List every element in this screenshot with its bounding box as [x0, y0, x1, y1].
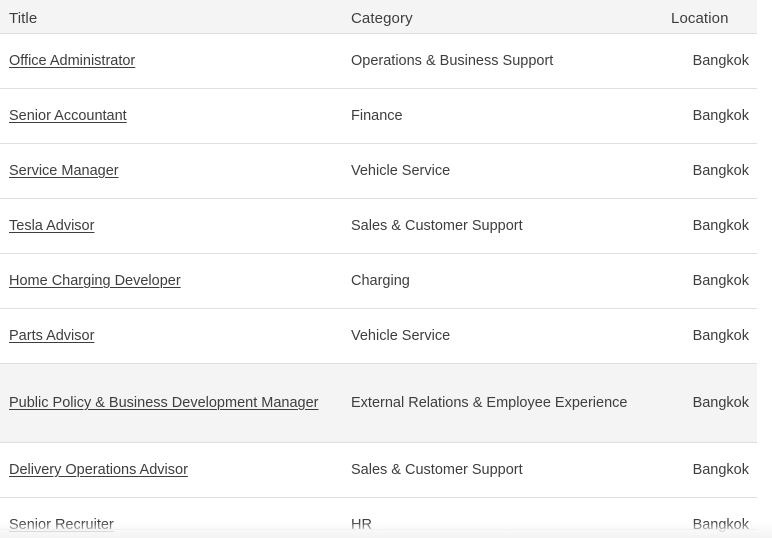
table-row[interactable]: Public Policy & Business Development Man…: [0, 363, 757, 443]
job-title-link[interactable]: Office Administrator: [9, 53, 135, 69]
table-row[interactable]: Delivery Operations Advisor Sales & Custo…: [0, 442, 757, 498]
job-category-text: Charging: [351, 272, 410, 289]
cell-job-title: Tesla Advisor: [0, 199, 351, 254]
column-header-title[interactable]: Title: [0, 0, 351, 34]
cell-job-title: Senior Accountant: [0, 89, 351, 144]
cell-job-category: Finance: [351, 89, 671, 144]
job-title-link[interactable]: Parts Advisor: [9, 328, 94, 344]
job-location-text: Bangkok: [692, 327, 749, 344]
cell-job-title: Service Manager: [0, 144, 351, 199]
column-header-category-label: Category: [351, 9, 413, 27]
cell-job-category: Vehicle Service: [351, 309, 671, 364]
column-header-title-label: Title: [9, 9, 38, 27]
job-title-link[interactable]: Service Manager: [9, 163, 119, 179]
cell-job-category: HR: [351, 498, 671, 538]
job-location-text: Bangkok: [692, 272, 749, 289]
job-category-text: HR: [351, 516, 372, 533]
cell-job-location: Bangkok: [671, 34, 757, 89]
table-body: Office Administrator Operations & Busines…: [0, 33, 757, 538]
job-title-link[interactable]: Tesla Advisor: [9, 218, 94, 234]
cell-job-title: Public Policy & Business Development Man…: [0, 364, 351, 443]
job-location-text: Bangkok: [692, 516, 749, 533]
job-location-text: Bangkok: [692, 394, 749, 411]
cell-job-location: Bangkok: [671, 309, 757, 364]
cell-job-location: Bangkok: [671, 144, 757, 199]
cell-job-category: External Relations & Employee Experience: [351, 364, 671, 443]
job-category-text: External Relations & Employee Experience: [351, 394, 628, 411]
cell-job-location: Bangkok: [671, 364, 757, 443]
job-location-text: Bangkok: [692, 461, 749, 478]
cell-job-category: Vehicle Service: [351, 144, 671, 199]
job-location-text: Bangkok: [692, 217, 749, 234]
job-category-text: Vehicle Service: [351, 327, 451, 344]
table-header-row: Title Category Location: [0, 0, 757, 34]
job-title-link[interactable]: Delivery Operations Advisor: [9, 462, 188, 478]
cell-job-location: Bangkok: [671, 498, 757, 538]
table-row[interactable]: Office Administrator Operations & Busines…: [0, 33, 757, 89]
job-category-text: Vehicle Service: [351, 162, 451, 179]
job-category-text: Finance: [351, 107, 403, 124]
job-category-text: Operations & Business Support: [351, 52, 554, 69]
cell-job-category: Charging: [351, 254, 671, 309]
job-location-text: Bangkok: [692, 162, 749, 179]
job-title-link[interactable]: Senior Recruiter: [9, 517, 114, 533]
column-header-category[interactable]: Category: [351, 0, 671, 34]
column-header-location-label: Location: [671, 9, 729, 27]
table-row[interactable]: Service Manager Vehicle Service Bangkok: [0, 143, 757, 199]
job-title-link[interactable]: Home Charging Developer: [9, 273, 181, 289]
cell-job-title: Senior Recruiter: [0, 498, 351, 538]
table-row[interactable]: Parts Advisor Vehicle Service Bangkok: [0, 308, 757, 364]
cell-job-location: Bangkok: [671, 443, 757, 498]
job-title-link[interactable]: Public Policy & Business Development Man…: [9, 395, 318, 411]
cell-job-title: Delivery Operations Advisor: [0, 443, 351, 498]
cell-job-title: Home Charging Developer: [0, 254, 351, 309]
job-category-text: Sales & Customer Support: [351, 461, 523, 478]
cell-job-location: Bangkok: [671, 89, 757, 144]
cell-job-title: Office Administrator: [0, 34, 351, 89]
table-row[interactable]: Tesla Advisor Sales & Customer Support Ban…: [0, 198, 757, 254]
job-listings-scroll-viewport[interactable]: Title Category Location Office Administr…: [0, 0, 772, 538]
cell-job-location: Bangkok: [671, 254, 757, 309]
job-location-text: Bangkok: [692, 107, 749, 124]
table-row[interactable]: Senior Recruiter HR Bangkok: [0, 497, 757, 538]
job-category-text: Sales & Customer Support: [351, 217, 523, 234]
cell-job-category: Operations & Business Support: [351, 34, 671, 89]
column-header-location[interactable]: Location: [671, 0, 757, 34]
cell-job-title: Parts Advisor: [0, 309, 351, 364]
table-row[interactable]: Senior Accountant Finance Bangkok: [0, 88, 757, 144]
job-listings-table: Title Category Location Office Administr…: [0, 0, 757, 538]
table-header: Title Category Location: [0, 0, 757, 34]
cell-job-location: Bangkok: [671, 199, 757, 254]
job-title-link[interactable]: Senior Accountant: [9, 108, 127, 124]
table-row[interactable]: Home Charging Developer Charging Bangkok: [0, 253, 757, 309]
job-location-text: Bangkok: [692, 52, 749, 69]
cell-job-category: Sales & Customer Support: [351, 443, 671, 498]
cell-job-category: Sales & Customer Support: [351, 199, 671, 254]
